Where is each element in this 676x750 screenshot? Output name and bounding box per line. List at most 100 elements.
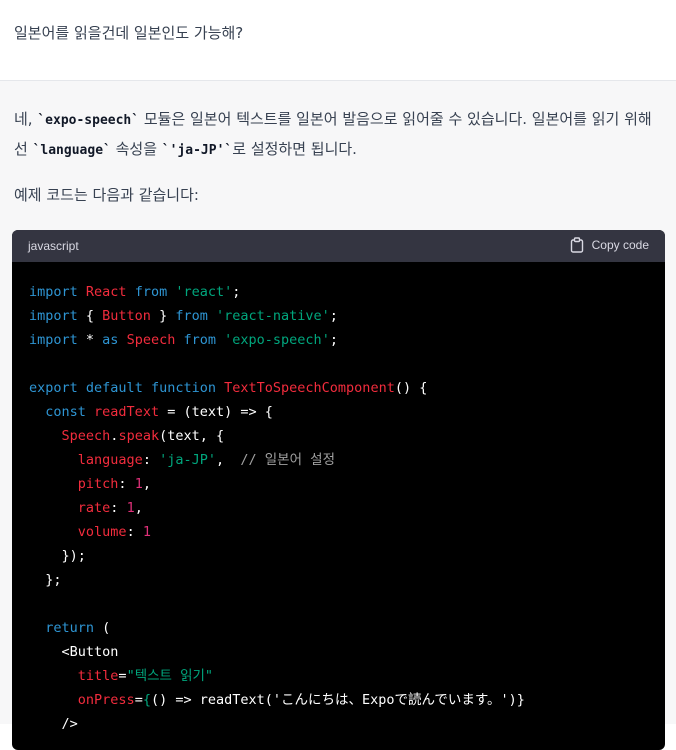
code-line: };	[29, 568, 648, 592]
user-message-text: 일본어를 읽을건데 일본인도 가능해?	[14, 24, 244, 42]
copy-code-button[interactable]: Copy code	[570, 237, 649, 253]
code-token: 'こんにちは、Expoで読んでいます。'	[272, 692, 509, 708]
code-token: as	[102, 332, 119, 348]
code-token: return	[45, 620, 95, 636]
code-token: =	[134, 692, 143, 708]
code-token: (text, {	[159, 428, 225, 444]
code-token: }	[150, 308, 176, 324]
code-token: Speech	[126, 332, 176, 348]
code-line: const readText = (text) => {	[29, 400, 648, 424]
code-token: };	[29, 572, 62, 588]
code-line: rate: 1,	[29, 496, 648, 520]
code-token: () => readText(	[150, 692, 273, 708]
code-line: <Button	[29, 640, 648, 664]
code-token: :	[118, 476, 135, 492]
code-token: ,	[215, 452, 241, 468]
code-token: ;	[329, 332, 338, 348]
code-line: title="텍스트 읽기"	[29, 664, 648, 688]
code-token: onPress	[77, 692, 135, 708]
code-token: // 일본어 설정	[240, 452, 335, 468]
code-language-label: javascript	[28, 239, 79, 253]
code-line: import { Button } from 'react-native';	[29, 304, 648, 328]
answer-text: 네,	[14, 110, 38, 128]
code-line: language: 'ja-JP', // 일본어 설정	[29, 448, 648, 472]
code-token: 'react'	[175, 284, 233, 300]
code-line: onPress={() => readText('こんにちは、Expoで読んでい…	[29, 688, 648, 712]
code-line: return (	[29, 616, 648, 640]
answer-paragraph-1: 네, `expo-speech` 모듈은 일본어 텍스트를 일본어 발음으로 읽…	[14, 105, 664, 165]
code-token: 'ja-JP'	[159, 452, 216, 468]
code-token: default	[85, 380, 143, 396]
code-token: ,	[134, 500, 143, 516]
answer-text: 속성을	[110, 140, 162, 158]
code-token: ,	[142, 476, 151, 492]
user-message: 일본어를 읽을건데 일본인도 가능해?	[0, 0, 676, 81]
code-token: language	[77, 452, 143, 468]
code-token: from	[175, 308, 208, 324]
code-header: javascript Copy code	[12, 230, 665, 262]
code-token: React	[85, 284, 127, 300]
code-token: from	[183, 332, 217, 348]
code-token: Button	[102, 308, 151, 324]
inline-code: `language`	[32, 143, 111, 158]
code-token: Button	[69, 644, 119, 660]
code-token: import	[29, 284, 78, 300]
code-token: =	[118, 668, 127, 684]
code-token: {	[142, 692, 151, 708]
code-token: <	[29, 644, 70, 660]
code-line: pitch: 1,	[29, 472, 648, 496]
code-token: from	[134, 284, 168, 300]
code-token: *	[77, 332, 103, 348]
code-token: 1	[126, 500, 135, 516]
code-block: javascript Copy code import React from '…	[12, 230, 665, 750]
code-token: = (text) => {	[159, 404, 273, 420]
answer-paragraph-2: 예제 코드는 다음과 같습니다:	[14, 186, 199, 204]
code-line: import React from 'react';	[29, 280, 648, 304]
code-token: export	[29, 380, 78, 396]
code-token: :	[110, 500, 127, 516]
code-token: {	[77, 308, 103, 324]
code-token: rate	[77, 500, 111, 516]
clipboard-icon	[570, 237, 583, 253]
code-line: />	[29, 712, 648, 736]
inline-code: `'ja-JP'`	[161, 143, 233, 158]
code-token: 1	[142, 524, 151, 540]
copy-code-label: Copy code	[591, 238, 649, 252]
code-token: volume	[77, 524, 127, 540]
code-token: ;	[329, 308, 338, 324]
code-line: volume: 1	[29, 520, 648, 544]
code-token: });	[29, 548, 86, 564]
code-token: ;	[232, 284, 241, 300]
code-token: 'expo-speech'	[224, 332, 330, 348]
inline-code: `expo-speech`	[37, 113, 140, 128]
code-line: });	[29, 544, 648, 568]
code-token: :	[126, 524, 143, 540]
code-token: 1	[134, 476, 143, 492]
assistant-message: 네, `expo-speech` 모듈은 일본어 텍스트를 일본어 발음으로 읽…	[0, 81, 676, 750]
code-token: () {	[394, 380, 428, 396]
code-token: TextToSpeechComponent	[224, 380, 395, 396]
answer-text: 로 설정하면 됩니다.	[232, 140, 357, 158]
code-token: 'react-native'	[216, 308, 330, 324]
code-token: import	[29, 308, 78, 324]
code-token: "텍스트 읽기"	[126, 668, 214, 684]
code-token: pitch	[77, 476, 119, 492]
